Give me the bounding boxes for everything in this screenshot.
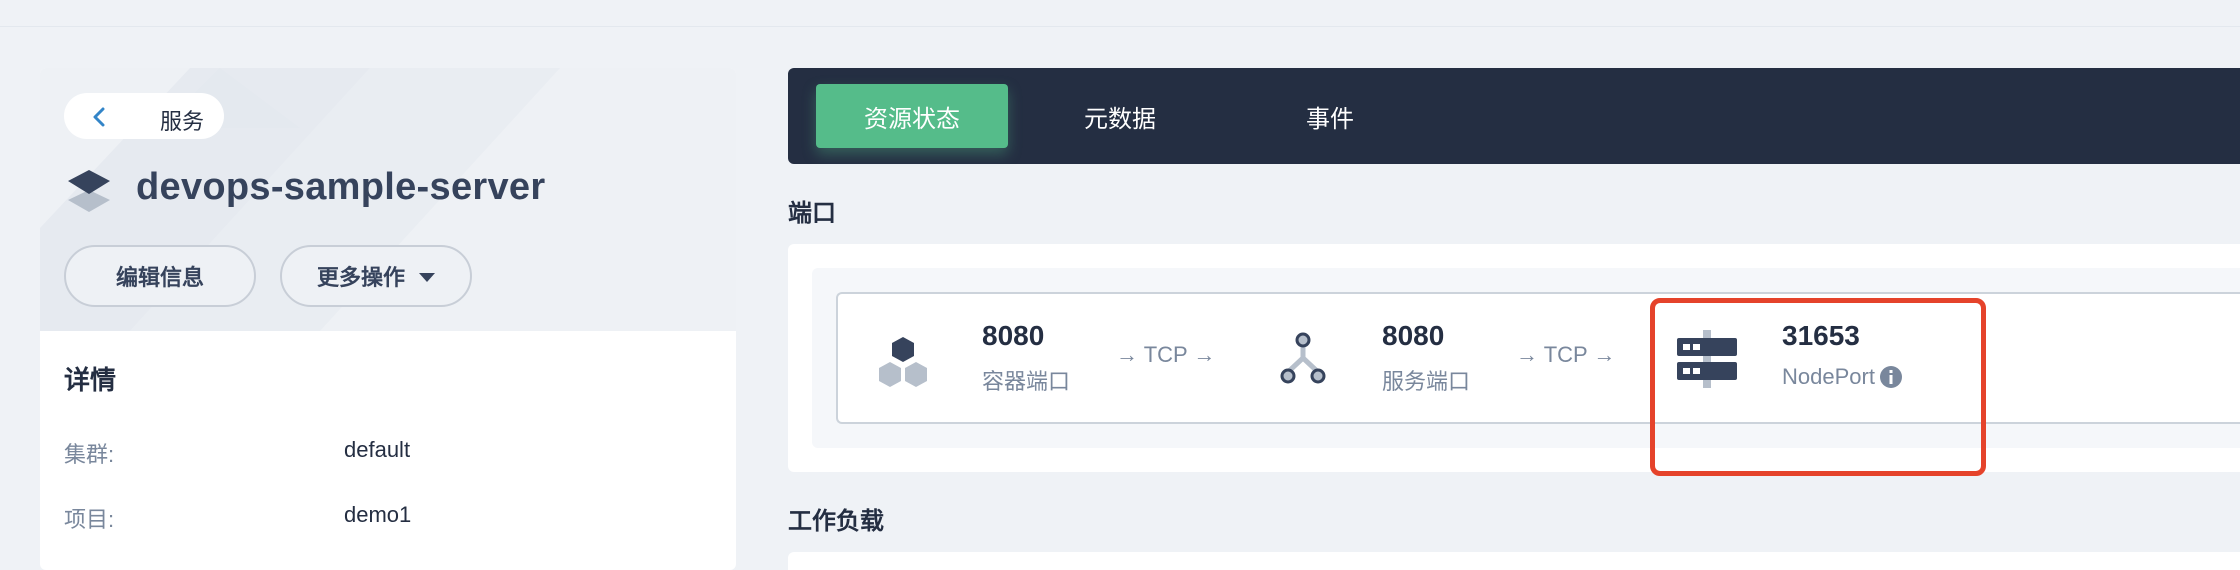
service-layers-icon [68,170,110,212]
tab-events[interactable]: 事件 [1230,84,1430,148]
cluster-value: default [344,437,411,462]
caret-down-icon [419,272,435,282]
back-label: 服务 [160,109,205,134]
tab-bar: 资源状态 元数据 事件 [788,68,2240,164]
ports-card: 8080 容器端口 → TCP → 8080 服务端口 → TCP → 3165… [788,244,2240,472]
project-value: demo1 [344,502,412,527]
back-button[interactable]: 服务 [64,93,224,139]
container-hex-icon [879,337,927,387]
service-port-label: 服务端口 [1382,369,1471,394]
tab-label: 资源状态 [864,105,960,133]
more-actions-button[interactable]: 更多操作 [280,245,472,307]
service-name: devops-sample-server [136,166,546,208]
workloads-section-title: 工作负载 [788,508,884,535]
service-header: 服务 devops-sample-server 编辑信息 更多操作 [40,68,736,331]
project-label: 项目: [64,507,115,532]
left-detail-panel: 服务 devops-sample-server 编辑信息 更多操作 详情 集群:… [40,68,736,570]
protocol-arrow-2: → TCP → [1516,342,1616,367]
container-port: 8080 [982,320,1045,351]
service-port: 8080 [1382,320,1445,351]
top-strip [0,0,2240,27]
port-mapping-row: 8080 容器端口 → TCP → 8080 服务端口 → TCP → 3165… [836,292,2240,424]
nodeport-highlight-box [1650,298,1986,476]
container-port-label: 容器端口 [982,369,1071,394]
ports-section-title: 端口 [788,200,836,227]
tab-metadata[interactable]: 元数据 [1020,84,1220,148]
edit-info-button[interactable]: 编辑信息 [64,245,256,307]
tab-label: 元数据 [1084,105,1156,133]
edit-info-label: 编辑信息 [115,265,204,290]
details-title: 详情 [64,365,117,395]
workloads-card [788,552,2240,570]
ports-inner: 8080 容器端口 → TCP → 8080 服务端口 → TCP → 3165… [812,268,2240,448]
tab-label: 事件 [1306,105,1354,133]
chevron-left-icon [93,107,105,127]
cluster-label: 集群: [64,442,115,467]
protocol-arrow-1: → TCP → [1116,342,1216,367]
tab-resource-status[interactable]: 资源状态 [816,84,1008,148]
more-actions-label: 更多操作 [316,265,405,290]
service-branch-icon [1280,332,1326,384]
